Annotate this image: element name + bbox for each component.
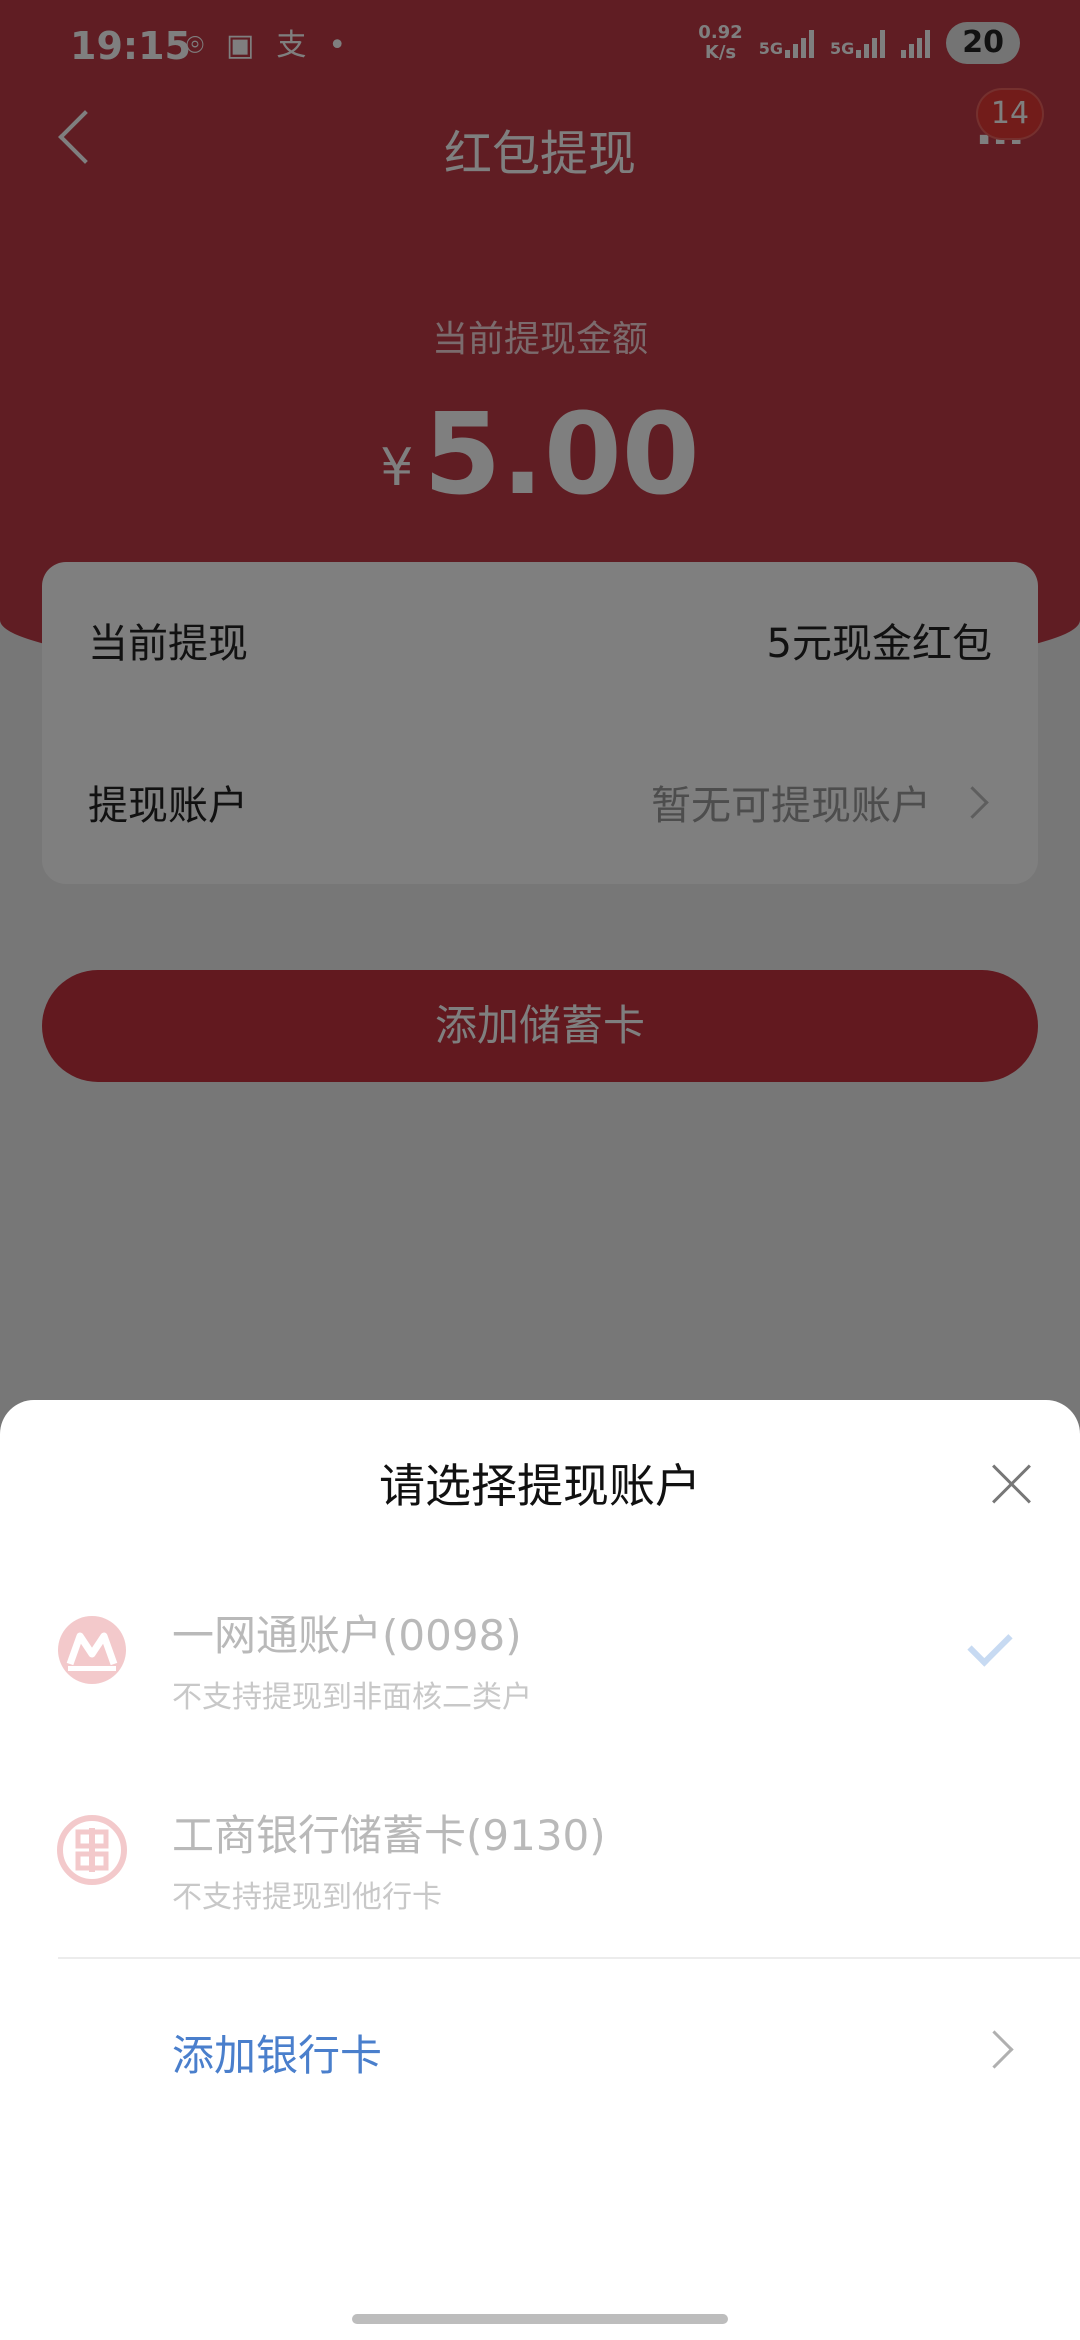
add-bank-card-row[interactable]: 添加银行卡 xyxy=(0,2000,1080,2100)
account-option: 一网通账户(0098) 不支持提现到非面核二类户 xyxy=(0,1572,1080,1752)
cmb-bank-logo-icon xyxy=(58,1616,126,1684)
account-name: 工商银行储蓄卡(9130) xyxy=(172,1811,606,1860)
divider xyxy=(58,1957,1080,1959)
icbc-bank-logo-icon xyxy=(57,1815,127,1885)
account-note: 不支持提现到他行卡 xyxy=(172,1880,442,1915)
account-note: 不支持提现到非面核二类户 xyxy=(172,1680,532,1715)
close-icon[interactable] xyxy=(990,1462,1034,1506)
select-account-sheet: 请选择提现账户 一网通账户(0098) 不支持提现到非面核二类户 工商银行储蓄卡… xyxy=(0,1400,1080,2340)
home-indicator[interactable] xyxy=(352,2314,728,2324)
check-icon xyxy=(967,1621,1013,1667)
sheet-title: 请选择提现账户 xyxy=(379,1459,701,1513)
account-option: 工商银行储蓄卡(9130) 不支持提现到他行卡 xyxy=(0,1772,1080,1952)
account-name: 一网通账户(0098) xyxy=(172,1611,522,1660)
add-bank-card-label: 添加银行卡 xyxy=(172,2031,383,2080)
chevron-right-icon xyxy=(975,2030,1014,2069)
